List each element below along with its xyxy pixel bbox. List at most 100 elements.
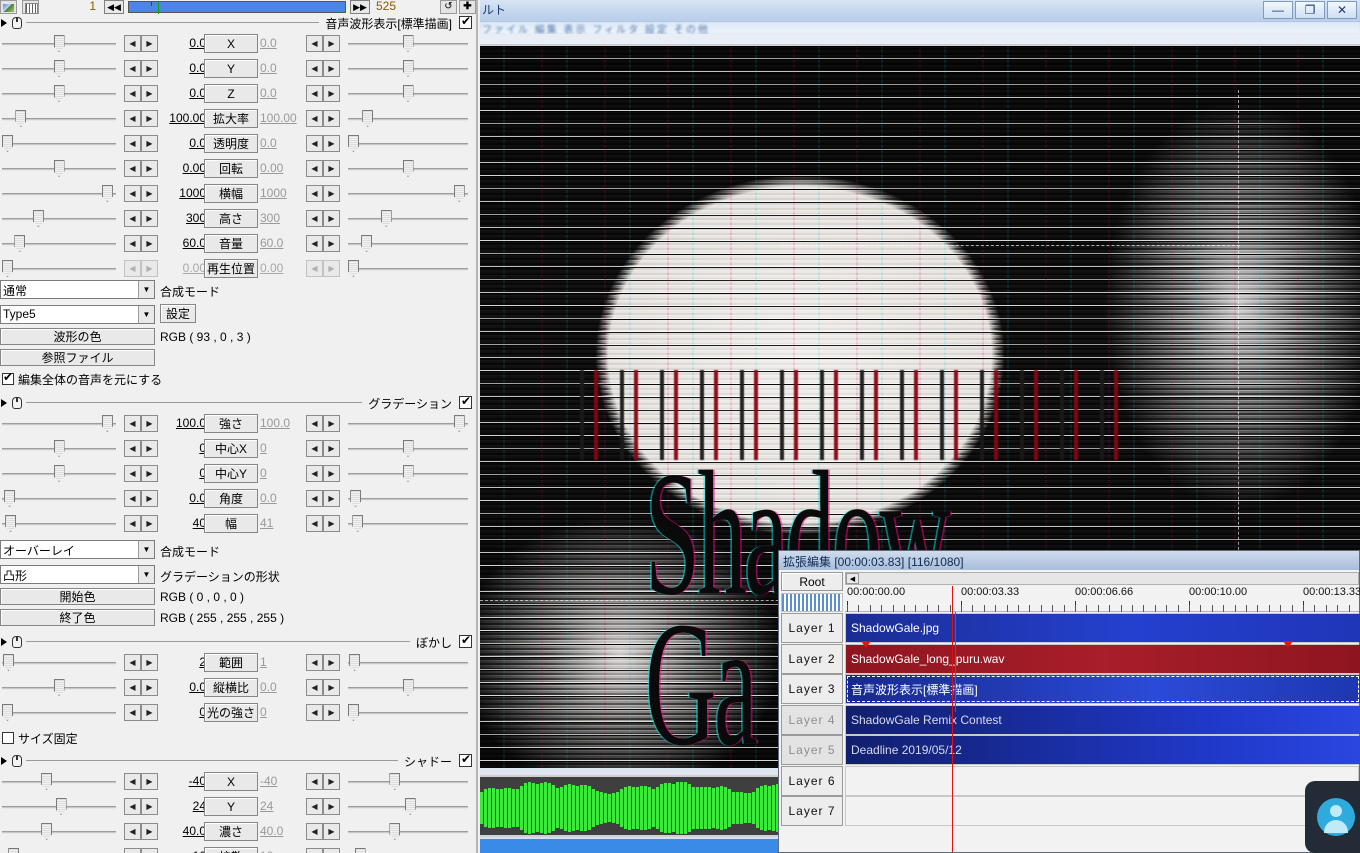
slider-track-left[interactable] [2,831,116,834]
param-button-拡大率[interactable]: 拡大率 [204,109,258,128]
slider-track-right[interactable] [348,218,468,221]
spinner-right[interactable]: ◀▶ [306,679,340,696]
spinner-decrement-icon[interactable]: ◀ [124,679,141,696]
section-header-blur[interactable]: ぼかし [0,633,474,651]
slider-knob-right[interactable] [348,704,359,721]
slider-knob-left[interactable] [101,415,113,432]
spinner-decrement-icon[interactable]: ◀ [124,210,141,227]
spinner-increment-icon[interactable]: ▶ [141,773,158,790]
spinner-increment-icon[interactable]: ▶ [323,848,340,853]
param-value-right[interactable]: 0 [260,705,304,719]
spinner-right[interactable]: ◀▶ [306,85,340,102]
slider-knob-left[interactable] [3,654,15,671]
timeline-zoom-slider[interactable] [781,593,843,612]
spinner-increment-icon[interactable]: ▶ [323,823,340,840]
param-value-right[interactable]: 60.0 [260,236,304,250]
chevron-down-icon[interactable]: ▼ [138,541,154,558]
spinner-decrement-icon[interactable]: ◀ [124,465,141,482]
slider-knob-left[interactable] [4,490,16,507]
section-enable-checkbox[interactable] [459,752,472,767]
param-value-right[interactable]: 0.00 [260,261,304,275]
param-value-left[interactable]: 40.0 [160,824,206,838]
spinner-left[interactable]: ◀▶ [124,415,158,432]
param-value-right[interactable]: -40 [260,774,304,788]
timeline-layer-label-7[interactable]: Layer 7 [781,796,843,826]
spinner-right[interactable]: ◀▶ [306,773,340,790]
slider-track-left[interactable] [2,218,116,221]
spinner-right[interactable]: ◀▶ [306,185,340,202]
spinner-decrement-icon[interactable]: ◀ [306,110,323,127]
param-value-left[interactable]: 0.0 [160,680,206,694]
type-select[interactable]: Type5 ▼ [0,305,155,324]
slider-track-right[interactable] [348,712,468,715]
collapse-triangle-icon[interactable] [1,399,7,407]
mouse-icon[interactable] [12,636,22,648]
reference-file-button[interactable]: 参照ファイル [0,349,155,366]
param-value-left[interactable]: 0.00 [160,261,206,275]
spinner-increment-icon[interactable]: ▶ [323,60,340,77]
param-button-強さ[interactable]: 強さ [204,414,258,433]
spinner-right[interactable]: ◀▶ [306,465,340,482]
spinner-decrement-icon[interactable]: ◀ [306,85,323,102]
param-value-right[interactable]: 40.0 [260,824,304,838]
close-button[interactable]: ✕ [1327,1,1357,19]
slider-knob-left[interactable] [53,679,65,696]
spinner-decrement-icon[interactable]: ◀ [306,235,323,252]
slider-knob-left[interactable] [14,235,26,252]
param-value-left[interactable]: 0.0 [160,86,206,100]
spinner-decrement-icon[interactable]: ◀ [306,848,323,853]
spinner-increment-icon[interactable]: ▶ [141,848,158,853]
param-button-透明度[interactable]: 透明度 [204,134,258,153]
spinner-decrement-icon[interactable]: ◀ [124,773,141,790]
spinner-left[interactable]: ◀▶ [124,440,158,457]
spinner-increment-icon[interactable]: ▶ [141,110,158,127]
slider-knob-left[interactable] [15,110,27,127]
slider-track-right[interactable] [348,193,468,196]
spinner-left[interactable]: ◀▶ [124,704,158,721]
slider-knob-left[interactable] [2,260,13,277]
spinner-right[interactable]: ◀▶ [306,515,340,532]
param-value-right[interactable]: 24 [260,799,304,813]
spinner-decrement-icon[interactable]: ◀ [124,85,141,102]
mouse-icon[interactable] [12,755,22,767]
spinner-right[interactable]: ◀▶ [306,60,340,77]
section-header-gradation[interactable]: グラデーション [0,394,474,412]
checkbox-box[interactable] [2,732,14,744]
param-value-left[interactable]: 300 [160,211,206,225]
spinner-increment-icon[interactable]: ▶ [141,679,158,696]
spinner-right[interactable]: ◀▶ [306,490,340,507]
spinner-increment-icon[interactable]: ▶ [141,35,158,52]
spinner-increment-icon[interactable]: ▶ [141,185,158,202]
slider-track-right[interactable] [348,831,468,834]
slider-track-left[interactable] [2,193,116,196]
param-value-left[interactable]: 0.0 [160,36,206,50]
user-avatar-icon[interactable] [1317,798,1355,836]
mouse-icon[interactable] [12,17,22,29]
spinner-decrement-icon[interactable]: ◀ [124,185,141,202]
slider-knob-right[interactable] [402,160,414,177]
slider-knob-left[interactable] [53,85,65,102]
spinner-right[interactable]: ◀▶ [306,823,340,840]
slider-knob-right[interactable] [453,185,465,202]
spinner-decrement-icon[interactable]: ◀ [306,415,323,432]
spinner-decrement-icon[interactable]: ◀ [306,260,323,277]
param-value-right[interactable]: 1000 [260,186,304,200]
spinner-left[interactable]: ◀▶ [124,490,158,507]
param-value-right[interactable]: 0.0 [260,61,304,75]
slider-knob-left[interactable] [101,185,113,202]
spinner-decrement-icon[interactable]: ◀ [306,515,323,532]
spinner-decrement-icon[interactable]: ◀ [306,60,323,77]
spinner-increment-icon[interactable]: ▶ [141,135,158,152]
slider-knob-left[interactable] [53,160,65,177]
spinner-increment-icon[interactable]: ▶ [323,465,340,482]
spinner-decrement-icon[interactable]: ◀ [124,848,141,853]
spinner-increment-icon[interactable]: ▶ [323,210,340,227]
slider-knob-right[interactable] [362,110,374,127]
spinner-decrement-icon[interactable]: ◀ [306,798,323,815]
spinner-right[interactable]: ◀▶ [306,35,340,52]
timeline-lane-1[interactable]: ShadowGale.jpg [845,613,1360,643]
slider-knob-left[interactable] [41,773,53,790]
spinner-decrement-icon[interactable]: ◀ [306,440,323,457]
spinner-decrement-icon[interactable]: ◀ [124,823,141,840]
slider-knob-right[interactable] [402,465,414,482]
